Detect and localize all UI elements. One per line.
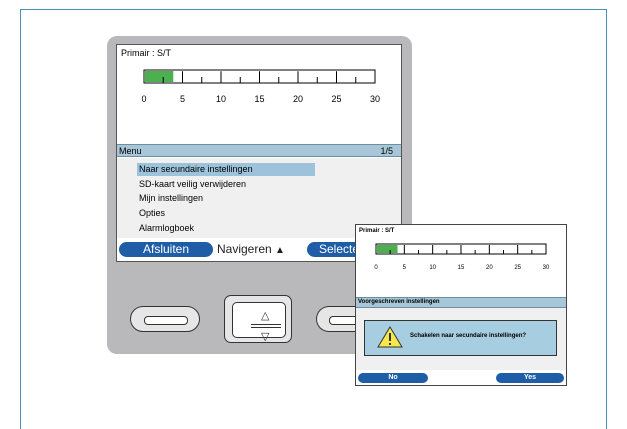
gauge-tick-label: 20 [293,94,303,104]
navigate-softkey[interactable]: Navigeren ▲︎ [217,241,285,259]
confirmation-screen: Primair : S/T 0 5 10 15 20 25 30 Voorgeschreve… [355,224,567,386]
confirm-dialog: Schakelen naar secundaire instellingen? [364,320,557,356]
navigation-hardware-button[interactable]: △ ▽ [224,295,292,343]
popup-gauge-fill [377,245,398,253]
gauge-tick-label: 30 [543,265,550,271]
gauge-tick-label: 10 [429,265,436,271]
gauge-tick-label: 25 [514,265,521,271]
navigate-label: Navigeren [217,242,272,256]
gauge-tick-label: 25 [331,94,341,104]
gauge-tick-label: 0 [374,265,378,271]
menu-page-indicator: 1/5 [380,146,393,156]
menu-header: Menu 1/5 [117,144,401,157]
menu-item-options[interactable]: Opties [137,207,165,220]
dialog-message: Schakelen naar secundaire instellingen? [410,333,527,339]
gauge-tick-label: 15 [458,265,465,271]
up-down-arrow-icon: ▲︎ [275,245,285,256]
yes-button[interactable]: Yes [496,373,564,383]
menu-item-alarm-log[interactable]: Alarmlogboek [137,222,194,235]
up-arrow-icon[interactable]: △ [261,311,269,322]
menu-item-my-settings[interactable]: Mijn instellingen [137,192,203,205]
gauge-tick-label: 5 [180,94,185,104]
gauge-tick-label: 5 [403,265,407,271]
navigation-divider [251,324,281,328]
left-button-slot [144,316,188,325]
left-hardware-button[interactable] [130,306,200,332]
popup-body: Schakelen naar secundaire instellingen? [356,308,566,370]
warning-icon [377,326,403,348]
popup-header: Voorgeschreven instellingen [356,297,566,308]
gauge-tick-label: 0 [141,94,146,104]
menu-item-secondary-settings[interactable]: Naar secundaire instellingen [137,163,315,176]
navigation-button-face: △ ▽ [232,302,286,343]
menu-header-label: Menu [119,146,142,156]
gauge-tick-label: 15 [254,94,264,104]
gauge-tick-label: 20 [486,265,493,271]
exit-softkey[interactable]: Afsluiten [119,242,213,257]
pressure-gauge: 0 5 10 15 20 25 30 [141,69,380,104]
down-arrow-icon[interactable]: ▽ [261,332,269,343]
gauge-fill [145,71,174,82]
popup-pressure-gauge: 0 5 10 15 20 25 30 [374,243,550,271]
gauge-tick-label: 30 [370,94,380,104]
popup-header-label: Voorgeschreven instellingen [358,299,440,305]
gauge-tick-label: 10 [216,94,226,104]
popup-softkey-bar: No Yes [356,370,566,385]
menu-item-sd-remove[interactable]: SD-kaart veilig verwijderen [137,178,246,191]
no-button[interactable]: No [358,373,428,383]
